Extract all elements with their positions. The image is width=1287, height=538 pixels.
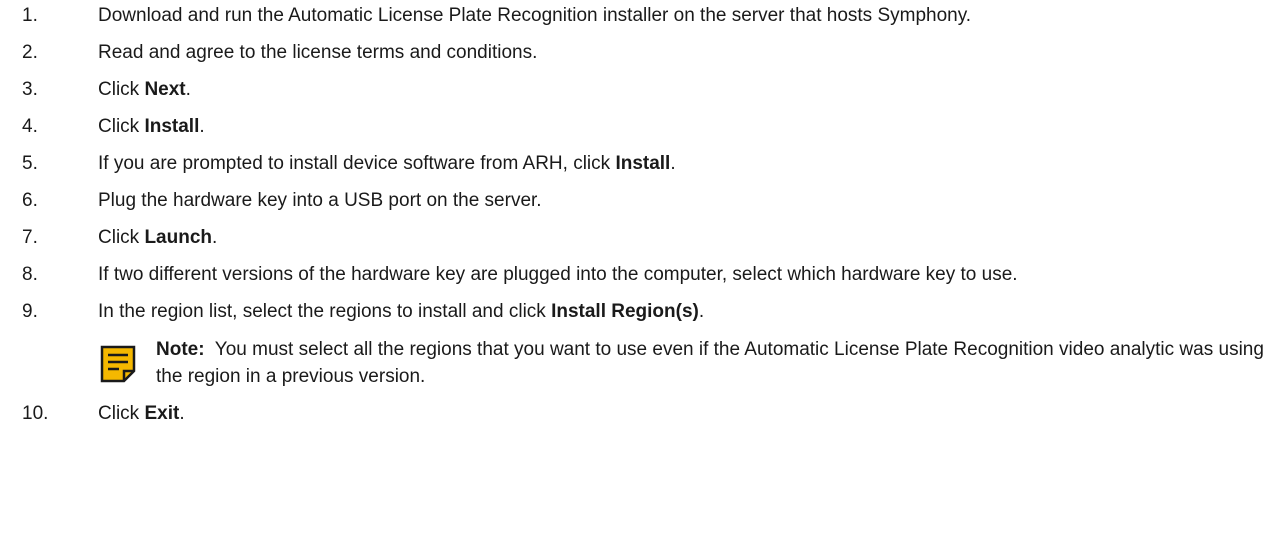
step-number: 9.: [22, 301, 38, 322]
step-10: 10. Click Exit.: [0, 401, 1287, 427]
step-1: 1. Download and run the Automatic Licens…: [0, 3, 1287, 29]
step-3: 3. Click Next.: [0, 77, 1287, 103]
step-number: 5.: [22, 153, 38, 174]
step-text-post: .: [212, 227, 218, 248]
note-icon: [100, 345, 136, 383]
step-text-pre: Click: [98, 79, 145, 100]
step-number: 4.: [22, 116, 38, 137]
step-text-pre: Click: [98, 227, 145, 248]
step-text-pre: Click: [98, 403, 145, 424]
step-9: 9. In the region list, select the region…: [0, 299, 1287, 325]
note-text: You must select all the regions that you…: [156, 339, 1264, 387]
step-4: 4. Click Install.: [0, 114, 1287, 140]
ui-label-next: Next: [144, 79, 186, 100]
step-number: 7.: [22, 227, 38, 248]
ui-label-exit: Exit: [144, 403, 180, 424]
installation-steps: 1. Download and run the Automatic Licens…: [0, 0, 1287, 427]
step-text-post: .: [185, 79, 191, 100]
ui-label-launch: Launch: [144, 227, 213, 248]
step-text-post: .: [670, 153, 676, 174]
step-text: Plug the hardware key into a USB port on…: [98, 190, 542, 211]
step-number: 1.: [22, 5, 38, 26]
step-6: 6. Plug the hardware key into a USB port…: [0, 188, 1287, 214]
step-8: 8. If two different versions of the hard…: [0, 262, 1287, 288]
ui-label-install: Install: [615, 153, 671, 174]
step-number: 3.: [22, 79, 38, 100]
ui-label-install-regions: Install Region(s): [551, 301, 699, 322]
step-2: 2. Read and agree to the license terms a…: [0, 40, 1287, 66]
step-text: If two different versions of the hardwar…: [98, 264, 1018, 285]
step-number: 2.: [22, 42, 38, 63]
step-text-pre: If you are prompted to install device so…: [98, 153, 616, 174]
step-text-pre: Click: [98, 116, 145, 137]
step-7: 7. Click Launch.: [0, 225, 1287, 251]
note-label: Note:: [156, 339, 205, 360]
step-5: 5. If you are prompted to install device…: [0, 151, 1287, 177]
step-number: 6.: [22, 190, 38, 211]
step-text-pre: In the region list, select the regions t…: [98, 301, 552, 322]
step-text: Download and run the Automatic License P…: [98, 5, 972, 26]
step-text-post: .: [199, 116, 205, 137]
note-callout: Note: You must select all the regions th…: [98, 336, 1287, 390]
step-text-post: .: [698, 301, 705, 322]
ui-label-install: Install: [144, 116, 200, 137]
step-text: Read and agree to the license terms and …: [98, 42, 538, 63]
step-number: 10.: [22, 403, 49, 424]
step-number: 8.: [22, 264, 38, 285]
step-text-post: .: [179, 403, 185, 424]
